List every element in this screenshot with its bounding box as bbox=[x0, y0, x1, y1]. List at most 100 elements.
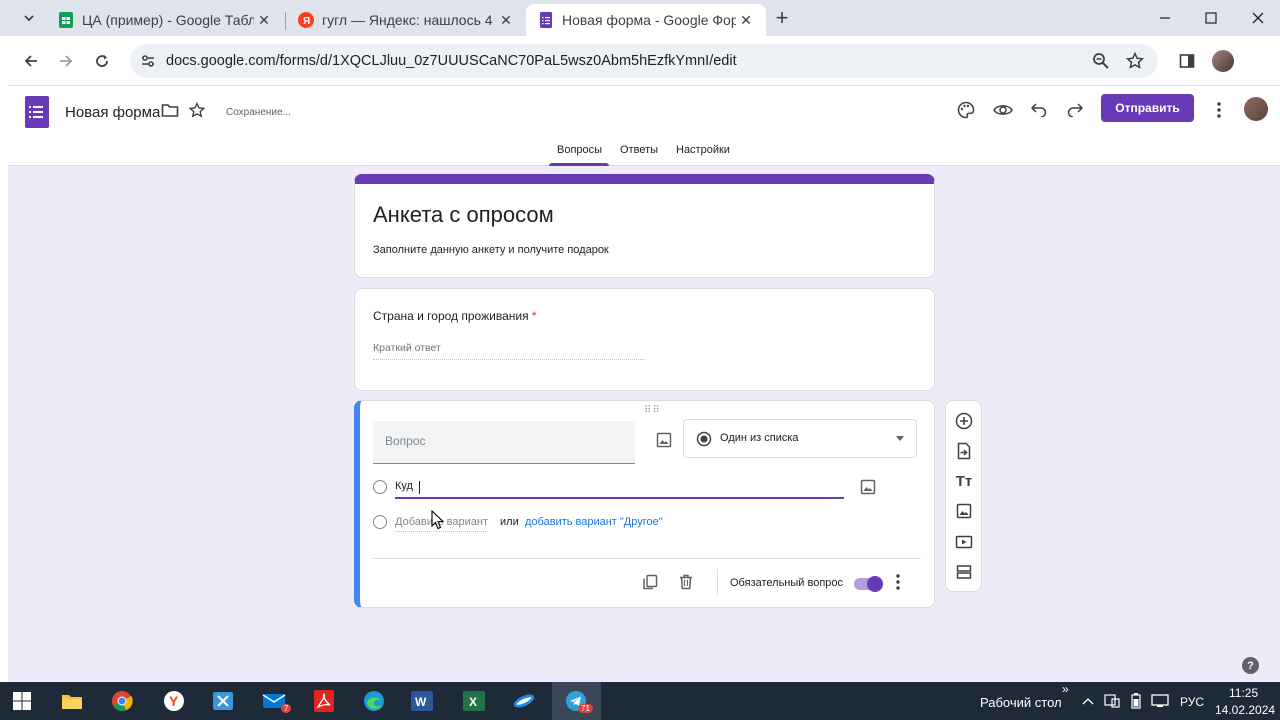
forms-icon bbox=[538, 12, 554, 28]
send-button[interactable]: Отправить bbox=[1101, 94, 1194, 122]
toggle-knob bbox=[867, 576, 883, 592]
or-text: или bbox=[500, 516, 519, 528]
clock-time[interactable]: 11:25 bbox=[1229, 686, 1258, 700]
tab-forms[interactable]: Новая форма - Google Формы ✕ bbox=[526, 4, 766, 36]
svg-text:Y: Y bbox=[169, 693, 179, 709]
star-icon[interactable] bbox=[185, 98, 209, 122]
form-title[interactable]: Анкета с опросом bbox=[373, 202, 554, 228]
folder-icon[interactable] bbox=[158, 98, 182, 122]
divider bbox=[373, 558, 921, 559]
clock-date[interactable]: 14.02.2024 bbox=[1215, 703, 1275, 717]
palette-icon[interactable] bbox=[954, 98, 978, 122]
word-icon[interactable]: W bbox=[408, 687, 436, 715]
excel-icon[interactable]: X bbox=[460, 687, 488, 715]
close-tab-icon[interactable]: ✕ bbox=[254, 12, 274, 29]
form-doc-title[interactable]: Новая форма bbox=[65, 104, 160, 121]
file-explorer-icon[interactable] bbox=[58, 687, 86, 715]
expand-toolbar-icon[interactable]: » bbox=[1062, 682, 1069, 696]
browser-tab-strip: ЦА (пример) - Google Таблицы ✕ Я гугл — … bbox=[0, 0, 1280, 36]
add-other-option-link[interactable]: добавить вариант "Другое" bbox=[525, 516, 663, 528]
tab-sheets[interactable]: ЦА (пример) - Google Таблицы ✕ bbox=[46, 4, 284, 36]
site-info-icon[interactable] bbox=[140, 53, 156, 74]
active-question-card[interactable]: ⠿⠿ Вопрос Один из списка Куд Добавить ва… bbox=[354, 400, 935, 608]
close-tab-icon[interactable]: ✕ bbox=[496, 12, 516, 29]
tab-yandex[interactable]: Я гугл — Яндекс: нашлось 4 тыс ✕ bbox=[286, 4, 526, 36]
add-image-icon[interactable] bbox=[954, 501, 974, 521]
forward-button[interactable] bbox=[53, 48, 79, 74]
arrow-left-icon bbox=[24, 55, 37, 67]
new-tab-button[interactable]: + bbox=[767, 5, 797, 30]
duplicate-icon[interactable] bbox=[640, 572, 660, 592]
add-video-icon[interactable] bbox=[954, 532, 974, 552]
google-forms-icon[interactable] bbox=[25, 96, 49, 128]
maximize-button[interactable] bbox=[1196, 6, 1226, 30]
close-tab-icon[interactable]: ✕ bbox=[736, 12, 756, 29]
footer-separator bbox=[717, 569, 718, 595]
url-text: docs.google.com/forms/d/1XQCLJluu_0z7UUU… bbox=[166, 53, 737, 69]
question-type-label: Один из списка bbox=[720, 432, 799, 444]
side-panel-icon bbox=[1179, 54, 1195, 68]
redo-icon[interactable] bbox=[1063, 98, 1087, 122]
add-section-icon[interactable] bbox=[954, 562, 974, 582]
chrome-icon[interactable] bbox=[108, 687, 136, 715]
minimize-button[interactable] bbox=[1150, 6, 1180, 30]
add-image-icon[interactable] bbox=[655, 431, 673, 449]
side-panel-button[interactable] bbox=[1174, 48, 1200, 74]
add-question-icon[interactable] bbox=[954, 411, 974, 431]
reload-button[interactable] bbox=[89, 48, 115, 74]
form-tabs: Вопросы Ответы Настройки bbox=[8, 142, 1280, 166]
zoom-icon[interactable] bbox=[1092, 52, 1110, 75]
form-description[interactable]: Заполните данную анкету и получите подар… bbox=[373, 244, 609, 256]
tab-title: гугл — Яндекс: нашлось 4 тыс bbox=[322, 12, 496, 28]
text-cursor bbox=[419, 481, 420, 494]
left-edge bbox=[0, 36, 8, 682]
preview-eye-icon[interactable] bbox=[991, 98, 1015, 122]
chevron-down-icon bbox=[24, 15, 34, 22]
more-vert-icon[interactable] bbox=[1207, 98, 1231, 122]
mail-badge: 7 bbox=[281, 704, 292, 713]
option-image-icon[interactable] bbox=[859, 478, 877, 496]
dropdown-arrow-icon bbox=[896, 436, 904, 441]
more-vert-icon[interactable] bbox=[888, 572, 908, 592]
tab-search-button[interactable] bbox=[14, 6, 44, 30]
tab-responses[interactable]: Ответы bbox=[620, 144, 658, 156]
close-icon bbox=[1252, 12, 1264, 24]
back-button[interactable] bbox=[18, 48, 44, 74]
yandex-icon: Я bbox=[298, 12, 314, 28]
acrobat-icon[interactable] bbox=[310, 687, 338, 715]
yandex-browser-icon[interactable]: Y bbox=[160, 687, 188, 715]
question-type-dropdown[interactable]: Один из списка bbox=[683, 419, 917, 458]
profile-button[interactable] bbox=[1210, 48, 1236, 74]
undo-icon[interactable] bbox=[1027, 98, 1051, 122]
drag-handle-icon[interactable]: ⠿⠿ bbox=[644, 405, 661, 416]
required-asterisk: * bbox=[531, 309, 537, 323]
add-title-icon[interactable]: Tт bbox=[954, 471, 974, 491]
app-icon[interactable] bbox=[510, 687, 538, 715]
desktop-toolbar-label[interactable]: Рабочий стол bbox=[980, 695, 1062, 710]
active-tab-indicator bbox=[549, 163, 609, 166]
network-icon[interactable] bbox=[1146, 687, 1174, 715]
language-indicator[interactable]: РУС bbox=[1180, 695, 1204, 709]
edge-icon[interactable] bbox=[360, 687, 388, 715]
close-window-button[interactable] bbox=[1243, 6, 1273, 30]
windows-start-icon[interactable] bbox=[8, 687, 36, 715]
snipping-tool-icon[interactable] bbox=[209, 687, 237, 715]
address-bar[interactable]: docs.google.com/forms/d/1XQCLJluu_0z7UUU… bbox=[130, 44, 1158, 78]
tab-settings[interactable]: Настройки bbox=[676, 144, 730, 156]
bookmark-star-icon[interactable] bbox=[1125, 51, 1145, 75]
avatar[interactable] bbox=[1244, 97, 1268, 121]
tab-title: ЦА (пример) - Google Таблицы bbox=[82, 12, 254, 28]
option-input[interactable]: Куд bbox=[395, 480, 413, 492]
question-card[interactable]: Страна и город проживания * Краткий отве… bbox=[354, 288, 935, 391]
form-title-card[interactable]: Анкета с опросом Заполните данную анкету… bbox=[354, 174, 935, 278]
windows-taskbar: Y 7 W X 71 Рабочий стол » РУС 11:25 14.0… bbox=[0, 682, 1280, 720]
help-icon[interactable]: ? bbox=[1242, 657, 1259, 674]
import-questions-icon[interactable] bbox=[954, 441, 974, 461]
delete-icon[interactable] bbox=[676, 572, 696, 592]
required-toggle[interactable] bbox=[854, 576, 883, 592]
question-title-input[interactable]: Вопрос bbox=[373, 421, 635, 464]
question-title-text: Страна и город проживания bbox=[373, 309, 529, 323]
mouse-cursor-icon bbox=[431, 510, 445, 530]
maximize-icon bbox=[1205, 12, 1217, 24]
tab-questions[interactable]: Вопросы bbox=[557, 144, 602, 156]
